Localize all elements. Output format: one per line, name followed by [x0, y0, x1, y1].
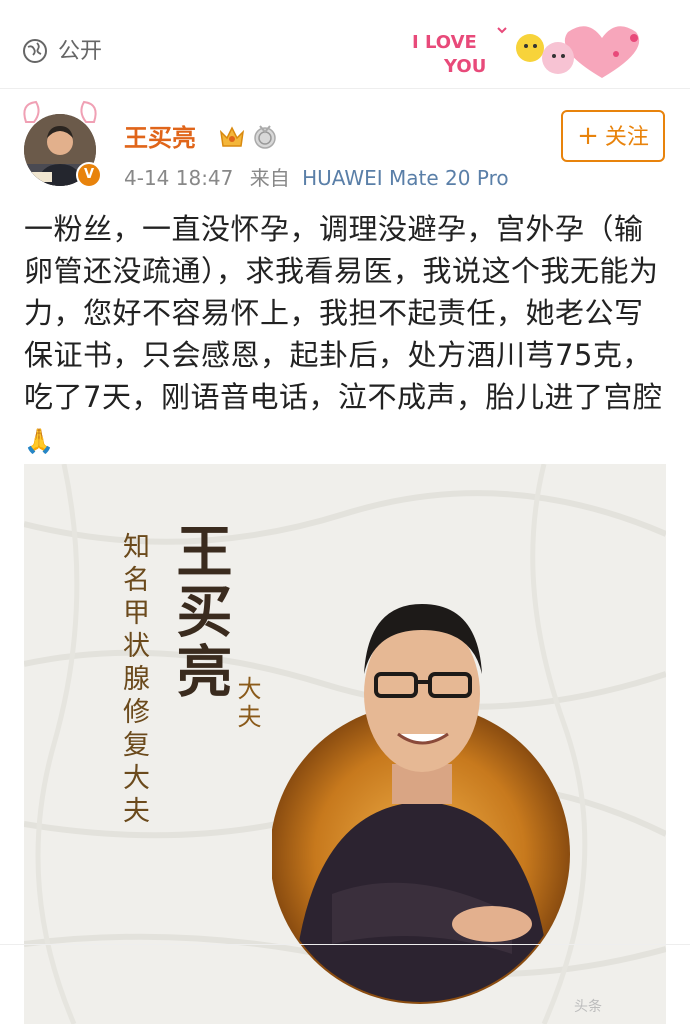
love-text-line1: I LOVE	[412, 32, 477, 53]
medal-icon[interactable]	[252, 124, 278, 150]
watermark: 头条	[574, 999, 602, 1015]
globe-icon	[23, 39, 47, 63]
love-sticker-icon: I LOVE YOU	[412, 26, 640, 78]
source-prefix: 来自	[249, 166, 290, 190]
verified-badge-icon: V	[76, 162, 102, 188]
follow-label: 关注	[604, 125, 649, 150]
doctor-portrait	[272, 604, 570, 1004]
post-meta: 4-14 18:47 来自 HUAWEI Mate 20 Pro	[124, 164, 509, 192]
post-text: 一粉丝，一直没怀孕，调理没避孕，宫外孕（输卵管还没疏通），求我看易医，我说这个我…	[24, 212, 663, 414]
post-body: 一粉丝，一直没怀孕，调理没避孕，宫外孕（输卵管还没疏通），求我看易医，我说这个我…	[24, 208, 668, 462]
divider	[0, 944, 690, 945]
username[interactable]: 王买亮	[124, 122, 196, 154]
post-header-bar: 公开 I LOVE YOU	[0, 0, 690, 89]
doctor-name-vertical: 王买亮	[167, 522, 233, 702]
love-text-line2: YOU	[443, 56, 486, 77]
pray-emoji-icon: 🙏	[24, 427, 55, 455]
device-source-link[interactable]: HUAWEI Mate 20 Pro	[302, 166, 508, 190]
visibility-label[interactable]: 公开	[58, 38, 102, 66]
plus-icon: +	[577, 121, 599, 151]
doctor-title-vertical: 知名甲状腺修复大夫	[118, 532, 149, 829]
crown-vip-icon[interactable]	[218, 124, 246, 150]
post-image[interactable]: 王买亮 知名甲状腺修复大夫 大夫 头条	[24, 464, 666, 1024]
doctor-suffix-vertical: 大夫	[233, 676, 261, 732]
follow-button[interactable]: + 关注	[561, 110, 665, 162]
timestamp: 4-14 18:47	[124, 166, 234, 190]
